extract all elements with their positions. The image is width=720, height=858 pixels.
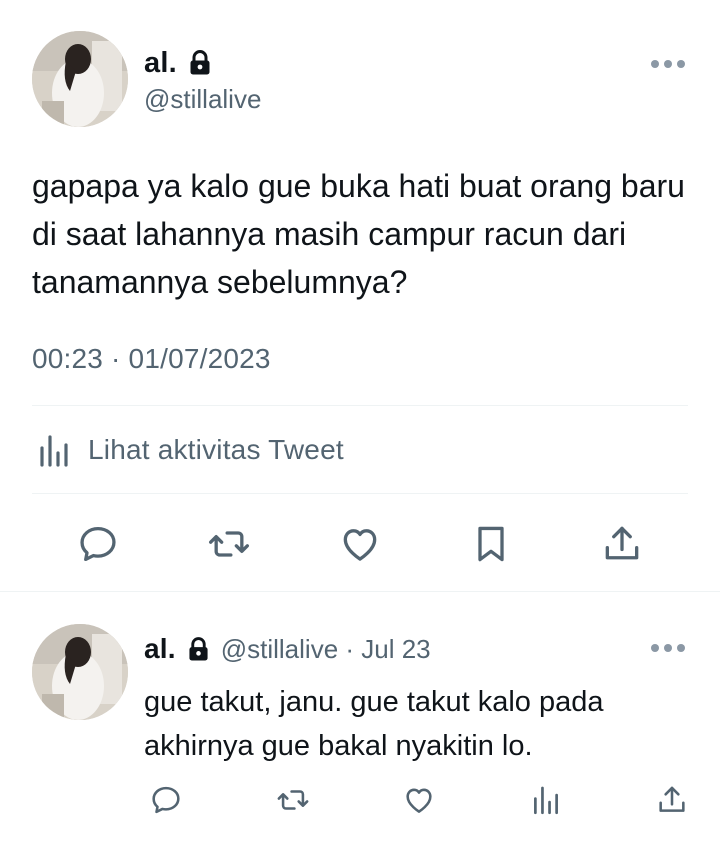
tweet-timestamp[interactable]: 00:23 · 01/07/2023 — [32, 343, 271, 375]
reply-retweet-button[interactable] — [273, 780, 313, 820]
bookmark-button[interactable] — [467, 520, 515, 568]
reply-more-options-icon[interactable] — [648, 641, 688, 655]
divider — [32, 493, 688, 494]
share-icon — [659, 786, 685, 812]
reply-button[interactable] — [74, 520, 122, 568]
share-icon — [605, 526, 639, 560]
views-icon — [534, 786, 558, 815]
share-button[interactable] — [598, 520, 646, 568]
divider — [32, 405, 688, 406]
reply-text: gue takut, janu. gue takut kalo pada akh… — [144, 686, 604, 762]
tweet-text: gapapa ya kalo gue buka hati buat orang … — [32, 168, 685, 300]
reply-icon — [80, 526, 116, 562]
reply-handle-date[interactable]: @stillalive · Jul 23 — [221, 634, 431, 665]
avatar-photo — [32, 624, 128, 720]
tweet-activity-link[interactable]: Lihat aktivitas Tweet — [36, 428, 344, 472]
user-handle[interactable]: @stillalive — [144, 84, 261, 115]
like-icon — [343, 529, 377, 561]
lock-icon — [190, 50, 210, 75]
reply-avatar[interactable] — [32, 624, 128, 720]
like-icon — [406, 788, 432, 813]
display-name[interactable]: al. — [144, 47, 177, 80]
bookmark-icon — [478, 526, 504, 562]
like-button[interactable] — [336, 520, 384, 568]
retweet-button[interactable] — [205, 520, 253, 568]
reply-reply-button[interactable] — [146, 780, 186, 820]
retweet-icon — [209, 531, 249, 557]
reply-share-button[interactable] — [652, 780, 692, 820]
retweet-icon — [277, 790, 309, 810]
more-options-icon[interactable] — [648, 57, 688, 71]
reply-views-button[interactable] — [526, 780, 566, 820]
reply-icon — [152, 786, 180, 814]
lock-icon — [189, 636, 208, 660]
section-divider — [0, 591, 720, 592]
reply-like-button[interactable] — [399, 780, 439, 820]
activity-label: Lihat aktivitas Tweet — [88, 434, 344, 465]
reply-display-name[interactable]: al. — [144, 633, 176, 665]
analytics-icon — [40, 435, 68, 467]
avatar-photo — [32, 31, 128, 127]
avatar[interactable] — [32, 31, 128, 127]
